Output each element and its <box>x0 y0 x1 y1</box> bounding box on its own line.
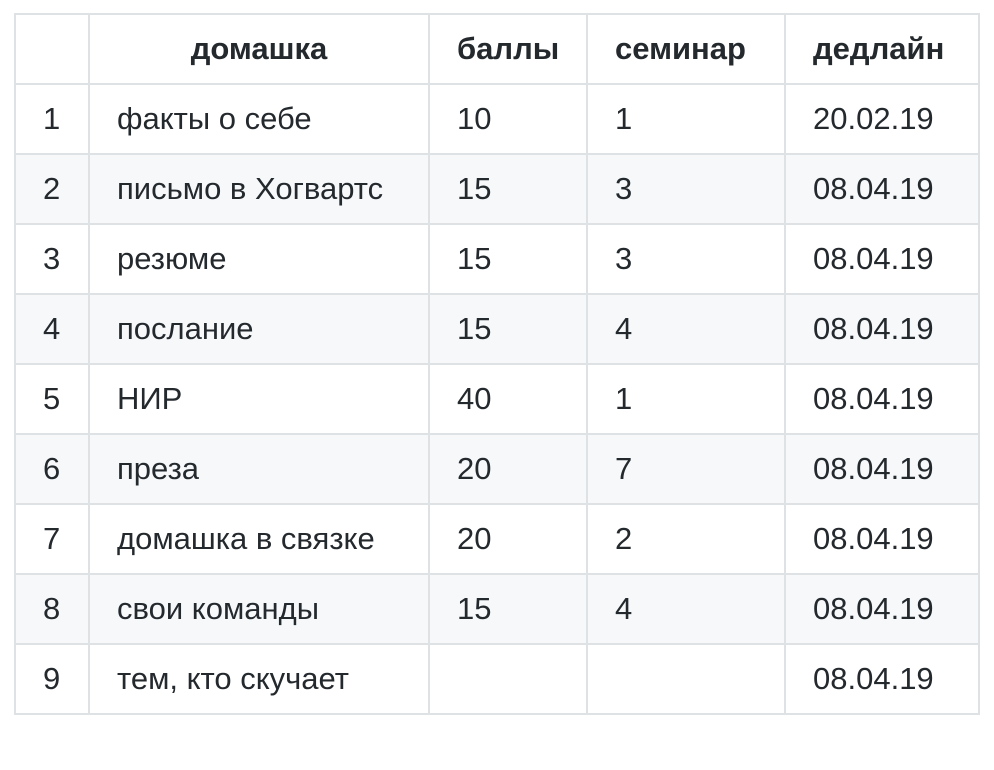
cell-homework: свои команды <box>88 573 430 645</box>
table-row: 3 резюме 15 3 08.04.19 <box>14 223 980 295</box>
cell-seminar <box>586 643 786 715</box>
table-row: 6 преза 20 7 08.04.19 <box>14 433 980 505</box>
cell-deadline: 08.04.19 <box>784 503 980 575</box>
header-homework: домашка <box>88 13 430 85</box>
cell-seminar: 1 <box>586 83 786 155</box>
cell-points <box>428 643 588 715</box>
cell-deadline: 08.04.19 <box>784 223 980 295</box>
cell-homework: послание <box>88 293 430 365</box>
cell-points: 10 <box>428 83 588 155</box>
cell-index: 6 <box>14 433 90 505</box>
homework-table: домашка баллы семинар дедлайн 1 факты о … <box>14 13 980 715</box>
cell-points: 15 <box>428 573 588 645</box>
header-deadline: дедлайн <box>784 13 980 85</box>
cell-homework: письмо в Хогвартс <box>88 153 430 225</box>
cell-index: 9 <box>14 643 90 715</box>
cell-points: 20 <box>428 503 588 575</box>
cell-points: 15 <box>428 153 588 225</box>
header-points: баллы <box>428 13 588 85</box>
cell-deadline: 08.04.19 <box>784 433 980 505</box>
table-row: 2 письмо в Хогвартс 15 3 08.04.19 <box>14 153 980 225</box>
header-index <box>14 13 90 85</box>
cell-index: 1 <box>14 83 90 155</box>
table-row: 5 НИР 40 1 08.04.19 <box>14 363 980 435</box>
cell-points: 40 <box>428 363 588 435</box>
cell-homework: НИР <box>88 363 430 435</box>
cell-homework: тем, кто скучает <box>88 643 430 715</box>
cell-index: 3 <box>14 223 90 295</box>
table-row: 1 факты о себе 10 1 20.02.19 <box>14 83 980 155</box>
cell-seminar: 1 <box>586 363 786 435</box>
cell-seminar: 3 <box>586 153 786 225</box>
cell-homework: резюме <box>88 223 430 295</box>
cell-index: 2 <box>14 153 90 225</box>
cell-deadline: 08.04.19 <box>784 643 980 715</box>
cell-deadline: 08.04.19 <box>784 153 980 225</box>
table-row: 4 послание 15 4 08.04.19 <box>14 293 980 365</box>
cell-homework: факты о себе <box>88 83 430 155</box>
cell-seminar: 2 <box>586 503 786 575</box>
cell-deadline: 08.04.19 <box>784 293 980 365</box>
cell-deadline: 20.02.19 <box>784 83 980 155</box>
cell-seminar: 3 <box>586 223 786 295</box>
cell-seminar: 7 <box>586 433 786 505</box>
table-header-row: домашка баллы семинар дедлайн <box>14 13 980 85</box>
header-seminar: семинар <box>586 13 786 85</box>
table-row: 7 домашка в связке 20 2 08.04.19 <box>14 503 980 575</box>
homework-table-container: домашка баллы семинар дедлайн 1 факты о … <box>14 13 980 715</box>
cell-seminar: 4 <box>586 573 786 645</box>
cell-points: 20 <box>428 433 588 505</box>
cell-index: 7 <box>14 503 90 575</box>
table-row: 8 свои команды 15 4 08.04.19 <box>14 573 980 645</box>
cell-seminar: 4 <box>586 293 786 365</box>
cell-index: 8 <box>14 573 90 645</box>
cell-homework: преза <box>88 433 430 505</box>
cell-points: 15 <box>428 293 588 365</box>
table-row: 9 тем, кто скучает 08.04.19 <box>14 643 980 715</box>
cell-deadline: 08.04.19 <box>784 363 980 435</box>
cell-index: 5 <box>14 363 90 435</box>
cell-index: 4 <box>14 293 90 365</box>
cell-points: 15 <box>428 223 588 295</box>
cell-homework: домашка в связке <box>88 503 430 575</box>
cell-deadline: 08.04.19 <box>784 573 980 645</box>
